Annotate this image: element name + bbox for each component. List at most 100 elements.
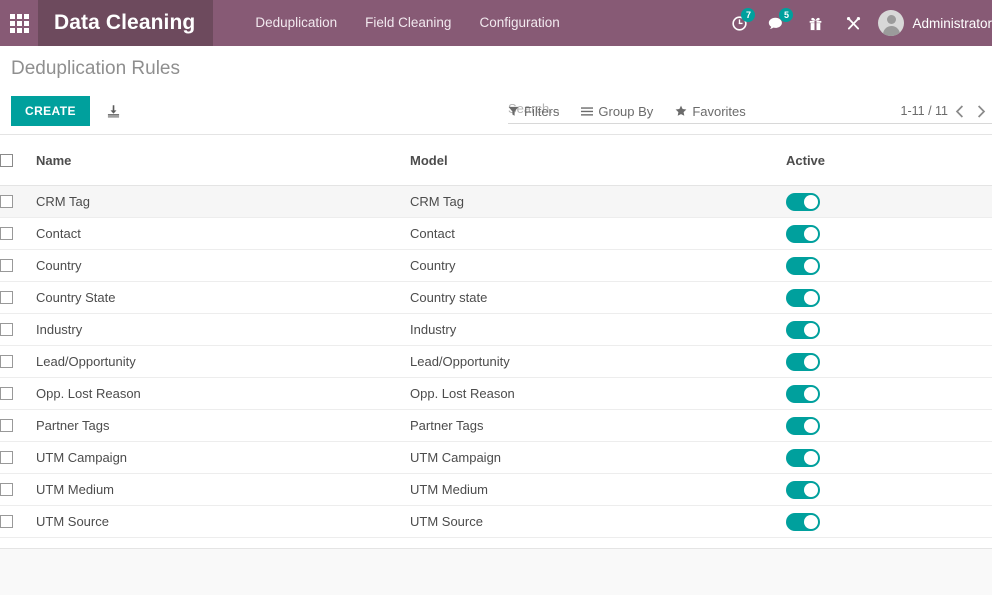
cell-active	[786, 313, 992, 346]
import-records-button[interactable]	[106, 104, 121, 119]
row-checkbox[interactable]	[0, 195, 13, 208]
cell-name: Lead/Opportunity	[36, 345, 410, 378]
active-toggle[interactable]	[786, 384, 820, 403]
row-select-cell	[0, 185, 36, 218]
select-all-cell	[0, 135, 36, 186]
row-checkbox[interactable]	[0, 451, 13, 464]
list-bottom-spacer	[0, 538, 992, 549]
main-menu: Deduplication Field Cleaning Configurati…	[241, 0, 573, 46]
row-select-cell	[0, 377, 36, 410]
active-toggle[interactable]	[786, 320, 820, 339]
cell-model: UTM Source	[410, 505, 786, 538]
active-toggle[interactable]	[786, 192, 820, 211]
row-select-cell	[0, 249, 36, 282]
menu-item-configuration[interactable]: Configuration	[465, 0, 573, 46]
active-toggle[interactable]	[786, 352, 820, 371]
row-checkbox[interactable]	[0, 227, 13, 240]
table-row[interactable]: UTM Source UTM Source	[0, 505, 992, 538]
messages-menu-button[interactable]: 5	[758, 0, 796, 46]
row-select-cell	[0, 313, 36, 346]
debug-tools-button[interactable]	[834, 0, 872, 46]
hamburger-lines-icon	[581, 106, 594, 117]
active-toggle[interactable]	[786, 256, 820, 275]
table-row[interactable]: Opp. Lost Reason Opp. Lost Reason	[0, 377, 992, 410]
row-checkbox[interactable]	[0, 483, 13, 496]
chevron-left-icon	[955, 104, 963, 118]
active-toggle[interactable]	[786, 224, 820, 243]
breadcrumb-current: Deduplication Rules	[11, 58, 180, 79]
table-row[interactable]: Industry Industry	[0, 313, 992, 346]
cell-active	[786, 441, 992, 474]
app-brand[interactable]: Data Cleaning	[38, 0, 214, 46]
menu-item-field-cleaning[interactable]: Field Cleaning	[351, 0, 465, 46]
favorites-dropdown[interactable]: Favorites	[675, 104, 746, 119]
column-header-model[interactable]: Model	[410, 135, 786, 186]
cell-name: Industry	[36, 313, 410, 346]
pager-next-button[interactable]	[970, 99, 992, 123]
active-toggle[interactable]	[786, 416, 820, 435]
user-menu[interactable]: Administrator	[872, 0, 992, 46]
filters-dropdown[interactable]: Filters	[508, 104, 559, 119]
control-panel-bottom: CREATE Filters Group By Favorites 1-11 /…	[0, 88, 992, 134]
row-checkbox[interactable]	[0, 355, 13, 368]
star-icon	[675, 105, 687, 117]
toggle-knob	[804, 258, 818, 273]
toggle-knob	[804, 322, 818, 337]
cell-model: UTM Campaign	[410, 441, 786, 474]
active-toggle[interactable]	[786, 512, 820, 531]
toggle-knob	[804, 418, 818, 433]
create-button[interactable]: CREATE	[11, 96, 90, 126]
active-toggle[interactable]	[786, 480, 820, 499]
table-row[interactable]: Country Country	[0, 249, 992, 282]
table-row[interactable]: Country State Country state	[0, 281, 992, 314]
search-options: Filters Group By Favorites	[508, 104, 768, 119]
control-panel-top: Deduplication Rules	[0, 46, 992, 88]
row-checkbox[interactable]	[0, 259, 13, 272]
gift-menu-button[interactable]	[796, 0, 834, 46]
breadcrumb[interactable]: Deduplication Rules	[0, 46, 180, 80]
gift-box-icon	[809, 17, 822, 31]
row-select-cell	[0, 409, 36, 442]
cell-model: Country state	[410, 281, 786, 314]
toggle-knob	[804, 482, 818, 497]
cell-name: Country	[36, 249, 410, 282]
cell-model: CRM Tag	[410, 185, 786, 218]
funnel-icon	[508, 106, 519, 117]
row-select-cell	[0, 217, 36, 250]
cell-active	[786, 409, 992, 442]
cell-name: UTM Campaign	[36, 441, 410, 474]
pager-previous-button[interactable]	[948, 99, 970, 123]
column-header-name[interactable]: Name	[36, 135, 410, 186]
import-download-icon	[107, 104, 119, 118]
pager: 1-11 / 11	[901, 99, 992, 123]
table-row[interactable]: CRM Tag CRM Tag	[0, 185, 992, 218]
row-checkbox[interactable]	[0, 291, 13, 304]
table-row[interactable]: Partner Tags Partner Tags	[0, 409, 992, 442]
table-row[interactable]: UTM Campaign UTM Campaign	[0, 441, 992, 474]
cell-model: Lead/Opportunity	[410, 345, 786, 378]
column-header-active[interactable]: Active	[786, 135, 992, 186]
row-checkbox[interactable]	[0, 419, 13, 432]
menu-item-deduplication[interactable]: Deduplication	[241, 0, 351, 46]
cell-active	[786, 185, 992, 218]
apps-menu-toggle[interactable]	[0, 0, 38, 46]
active-toggle[interactable]	[786, 288, 820, 307]
row-checkbox[interactable]	[0, 387, 13, 400]
cell-active	[786, 345, 992, 378]
top-navbar: Data Cleaning Deduplication Field Cleani…	[0, 0, 992, 46]
row-select-cell	[0, 345, 36, 378]
row-checkbox[interactable]	[0, 323, 13, 336]
table-row[interactable]: UTM Medium UTM Medium	[0, 473, 992, 506]
group-by-label: Group By	[598, 103, 654, 119]
table-row[interactable]: Lead/Opportunity Lead/Opportunity	[0, 345, 992, 378]
systray: 7 5 Administrator	[720, 0, 992, 46]
group-by-dropdown[interactable]: Group By	[581, 104, 653, 119]
cell-name: Country State	[36, 281, 410, 314]
cell-model: Partner Tags	[410, 409, 786, 442]
row-checkbox[interactable]	[0, 515, 13, 528]
table-header-row: Name Model Active	[0, 135, 992, 186]
active-toggle[interactable]	[786, 448, 820, 467]
select-all-checkbox[interactable]	[0, 153, 13, 167]
activity-menu-button[interactable]: 7	[720, 0, 758, 46]
table-row[interactable]: Contact Contact	[0, 217, 992, 250]
